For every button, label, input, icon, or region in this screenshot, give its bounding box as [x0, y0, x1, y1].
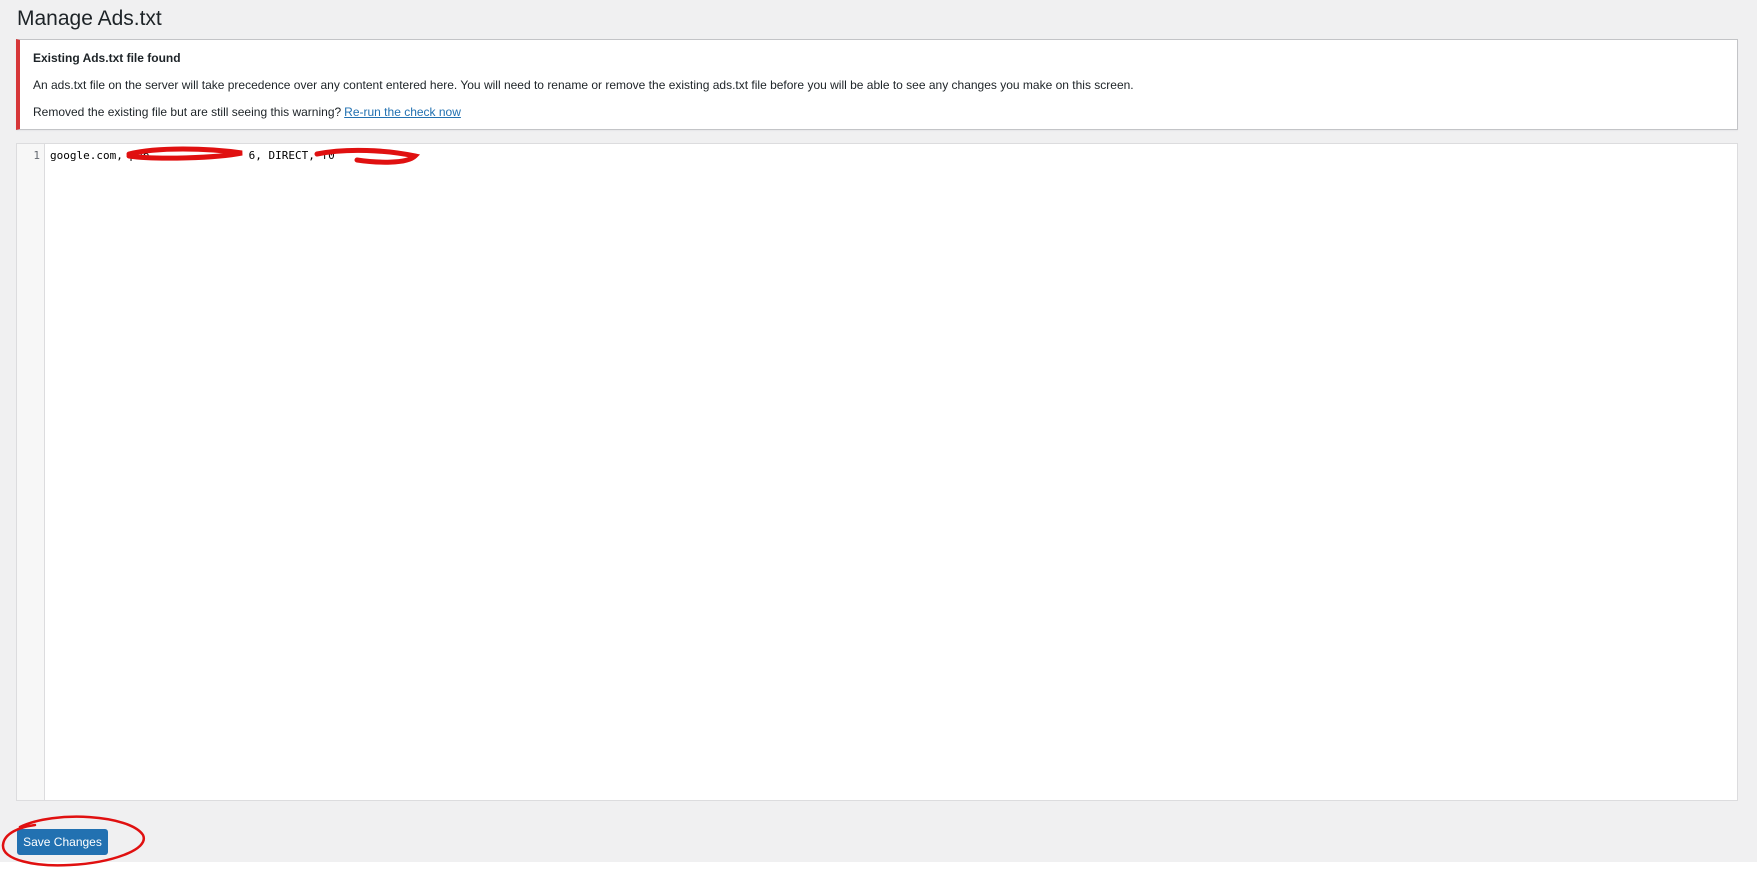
save-changes-button[interactable]: Save Changes	[17, 829, 108, 855]
page-title: Manage Ads.txt	[17, 7, 162, 30]
notice-title: Existing Ads.txt file found	[33, 51, 181, 65]
code-line[interactable]: google.com, pub- 6, DIRECT, f0	[50, 149, 335, 163]
line-number: 1	[33, 149, 40, 162]
notice-prompt: Removed the existing file but are still …	[33, 105, 342, 119]
ads-txt-editor[interactable]: 1 google.com, pub- 6, DIRECT, f0	[16, 143, 1738, 801]
notice-prompt-line: Removed the existing file but are still …	[33, 104, 461, 120]
line-gutter: 1	[17, 144, 45, 800]
rerun-check-link[interactable]: Re-run the check now	[344, 105, 461, 119]
error-notice: Existing Ads.txt file found An ads.txt f…	[16, 39, 1738, 130]
notice-message: An ads.txt file on the server will take …	[33, 78, 1134, 92]
admin-content: Manage Ads.txt Existing Ads.txt file fou…	[0, 0, 1757, 867]
